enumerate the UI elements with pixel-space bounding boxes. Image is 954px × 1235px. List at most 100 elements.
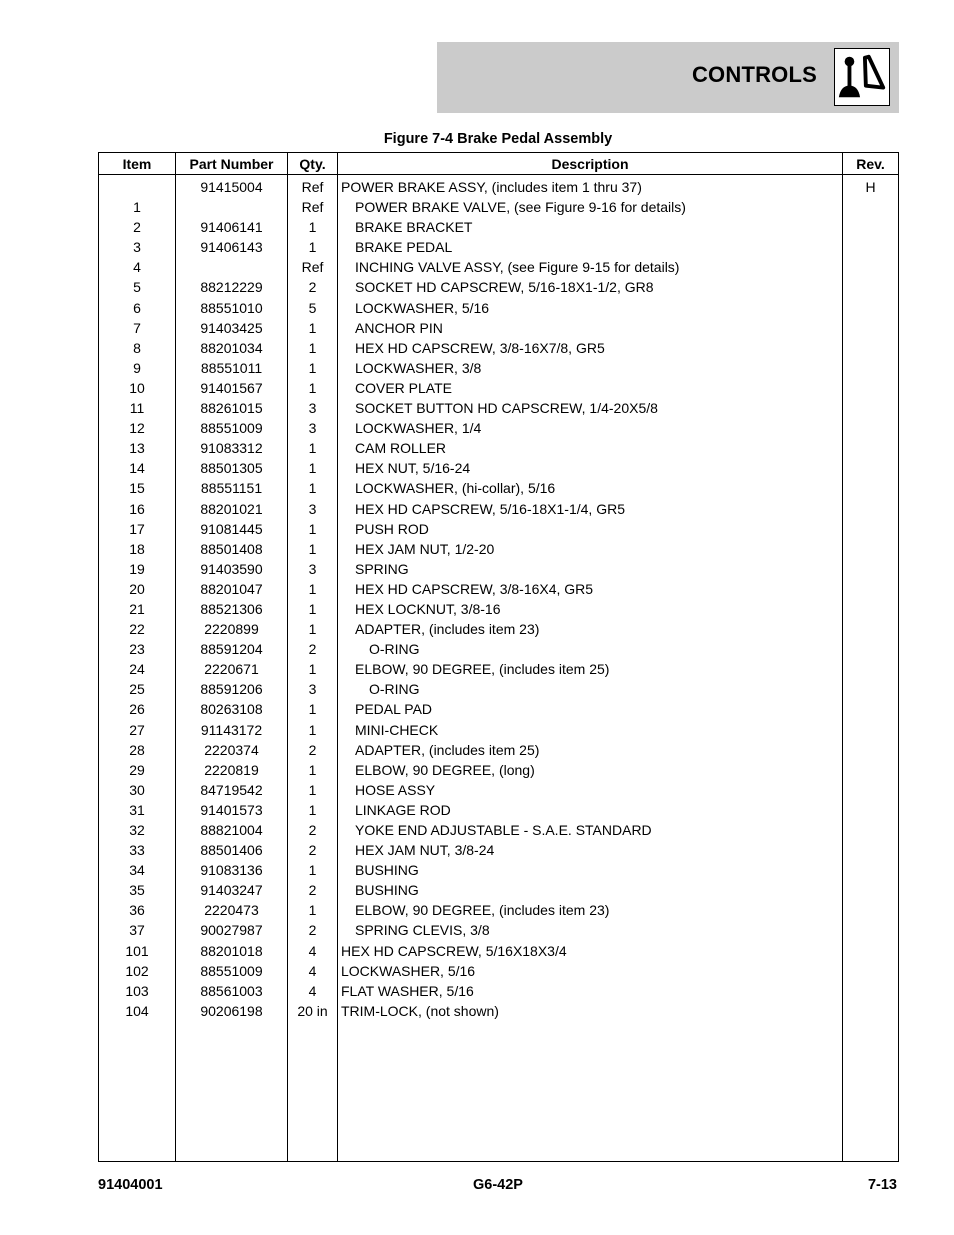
cell-part-number (175, 197, 288, 218)
cell-description: HEX HD CAPSCREW, 5/16X18X3/4 (337, 940, 843, 961)
table-row: 20 88201047 1 HEX HD CAPSCREW, 3/8-16X4, GR… (98, 578, 899, 599)
cell-description: COVER PLATE (337, 377, 843, 399)
cell-rev (842, 538, 899, 559)
cell-qty: 1 (287, 337, 338, 358)
cell-qty: 1 (287, 217, 338, 238)
cell-qty: 1 (287, 317, 338, 338)
cell-rev (842, 598, 899, 620)
cell-item: 20 (98, 578, 176, 599)
cell-description: LOCKWASHER, 5/16 (337, 297, 843, 318)
cell-qty: Ref (287, 257, 338, 278)
cell-qty: 1 (287, 237, 338, 258)
table-row: 26 80263108 1 PEDAL PAD (98, 699, 899, 720)
cell-item: 31 (98, 799, 176, 820)
col-header-item: Item (98, 152, 176, 175)
table-row: 10 91401567 1 COVER PLATE (98, 377, 899, 399)
cell-item: 2 (98, 217, 176, 238)
cell-part-number (175, 257, 288, 278)
cell-description: BUSHING (337, 880, 843, 901)
cell-qty: 3 (287, 498, 338, 519)
cell-qty: 20 in (287, 1000, 338, 1021)
cell-qty: 1 (287, 860, 338, 881)
cell-description: HEX JAM NUT, 1/2-20 (337, 538, 843, 559)
table-row: 104 90206198 20 in TRIM-LOCK, (not shown) (98, 1000, 899, 1021)
section-banner: CONTROLS (437, 42, 899, 113)
table-row: 34 91083136 1 BUSHING (98, 860, 899, 881)
cell-item: 21 (98, 598, 176, 620)
cell-qty: 4 (287, 940, 338, 961)
cell-part-number: 91401573 (175, 799, 288, 820)
cell-part-number: 88591206 (175, 679, 288, 700)
cell-rev (842, 357, 899, 378)
cell-item: 9 (98, 357, 176, 378)
cell-rev (842, 679, 899, 700)
cell-rev (842, 418, 899, 439)
cell-rev (842, 960, 899, 981)
table-row: 1 Ref POWER BRAKE VALVE, (see Figure 9-16 … (98, 197, 899, 218)
cell-item: 36 (98, 900, 176, 921)
cell-item: 13 (98, 438, 176, 459)
cell-rev (842, 980, 899, 1001)
cell-item: 35 (98, 880, 176, 901)
cell-item: 6 (98, 297, 176, 318)
table-row: 18 88501408 1 HEX JAM NUT, 1/2-20 (98, 538, 899, 559)
table-row: 12 88551009 3 LOCKWASHER, 1/4 (98, 418, 899, 439)
cell-item: 11 (98, 398, 176, 419)
table-row: 102 88551009 4 LOCKWASHER, 5/16 (98, 960, 899, 981)
cell-part-number: 91415004 (175, 174, 288, 198)
cell-description: SOCKET BUTTON HD CAPSCREW, 1/4-20X5/8 (337, 398, 843, 419)
cell-part-number: 90027987 (175, 920, 288, 941)
cell-rev (842, 1000, 899, 1021)
cell-rev (842, 820, 899, 841)
cell-description: O-RING (337, 639, 843, 660)
cell-part-number: 80263108 (175, 699, 288, 720)
empty-cell (337, 1020, 843, 1162)
table-row: 4 Ref INCHING VALVE ASSY, (see Figure 9-15… (98, 257, 899, 278)
cell-rev (842, 940, 899, 961)
cell-description: PEDAL PAD (337, 699, 843, 720)
cell-part-number: 88212229 (175, 277, 288, 298)
cell-part-number: 88201018 (175, 940, 288, 961)
cell-qty: 1 (287, 538, 338, 559)
cell-qty: 1 (287, 357, 338, 378)
cell-item: 5 (98, 277, 176, 298)
cell-item: 32 (98, 820, 176, 841)
table-row: 36 2220473 1 ELBOW, 90 DEGREE, (includes it… (98, 900, 899, 921)
cell-part-number: 88201021 (175, 498, 288, 519)
table-row: 13 91083312 1 CAM ROLLER (98, 438, 899, 459)
table-row: 3 91406143 1 BRAKE PEDAL (98, 237, 899, 258)
cell-description: SOCKET HD CAPSCREW, 5/16-18X1-1/2, GR8 (337, 277, 843, 298)
cell-qty: 2 (287, 639, 338, 660)
table-row: 101 88201018 4 HEX HD CAPSCREW, 5/16X18X3/4 (98, 940, 899, 961)
cell-qty: 2 (287, 920, 338, 941)
cell-part-number: 88521306 (175, 598, 288, 620)
cell-rev (842, 518, 899, 539)
cell-item: 22 (98, 619, 176, 640)
cell-qty: 3 (287, 558, 338, 579)
cell-description: MINI-CHECK (337, 719, 843, 740)
cell-description: HEX JAM NUT, 3/8-24 (337, 840, 843, 861)
cell-part-number: 88591204 (175, 639, 288, 660)
cell-item: 18 (98, 538, 176, 559)
cell-part-number: 2220899 (175, 619, 288, 640)
cell-qty: 1 (287, 619, 338, 640)
cell-qty: 1 (287, 719, 338, 740)
cell-qty: 3 (287, 679, 338, 700)
cell-item: 29 (98, 759, 176, 780)
empty-cell (842, 1020, 899, 1162)
cell-part-number: 88201034 (175, 337, 288, 358)
table-empty-space (98, 1020, 899, 1162)
cell-rev (842, 659, 899, 680)
cell-item: 24 (98, 659, 176, 680)
cell-rev (842, 779, 899, 800)
table-row: 37 90027987 2 SPRING CLEVIS, 3/8 (98, 920, 899, 941)
cell-description: CAM ROLLER (337, 438, 843, 459)
cell-item: 37 (98, 920, 176, 941)
cell-part-number: 91081445 (175, 518, 288, 539)
cell-part-number: 88201047 (175, 578, 288, 599)
cell-description: HEX HD CAPSCREW, 5/16-18X1-1/4, GR5 (337, 498, 843, 519)
cell-description: BRAKE PEDAL (337, 237, 843, 258)
cell-part-number: 2220374 (175, 739, 288, 760)
table-row: 9 88551011 1 LOCKWASHER, 3/8 (98, 357, 899, 378)
cell-qty: 2 (287, 739, 338, 760)
